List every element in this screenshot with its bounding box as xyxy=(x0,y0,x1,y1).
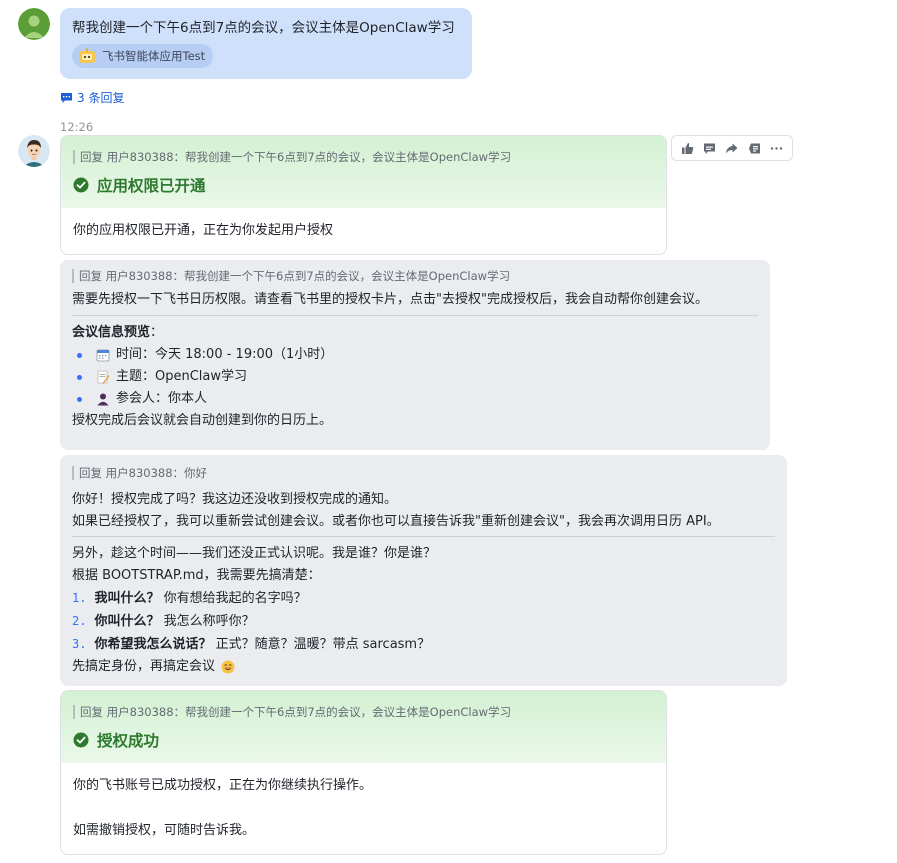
thread-replies-label: 3 条回复 xyxy=(77,91,125,105)
check-circle-icon xyxy=(73,177,89,193)
calendar-icon xyxy=(96,349,110,362)
thread-replies-link[interactable]: 3 条回复 xyxy=(60,89,124,106)
list-item-text: 主题：OpenClaw学习 xyxy=(116,369,248,384)
auth-request-message: 回复 用户830388：帮我创建一个下午6点到7点的会议，会议主体是OpenCl… xyxy=(60,260,770,450)
permission-card: 回复 用户830388：帮我创建一个下午6点到7点的会议，会议主体是OpenCl… xyxy=(60,135,667,255)
list-item-bold: 你希望我怎么说话？ xyxy=(94,637,212,652)
preview-heading: 会议信息预览： xyxy=(72,322,758,344)
message-line: 根据 BOOTSTRAP.md，我需要先搞清楚： xyxy=(72,568,321,583)
bullet-dot xyxy=(77,352,82,358)
greeting-message: 回复 用户830388：你好 你好！授权完成了吗？我这边还没收到授权完成的通知。… xyxy=(60,455,787,686)
list-item-bold: 我叫什么？ xyxy=(94,591,160,606)
user-message-text: 帮我创建一个下午6点到7点的会议，会议主体是OpenClaw学习 xyxy=(72,20,455,36)
preview-title: 会议信息预览 xyxy=(72,325,151,340)
card-title: 授权成功 xyxy=(73,729,654,751)
memo-icon xyxy=(97,370,110,384)
message-line: 需要先授权一下飞书日历权限。请查看飞书里的授权卡片，点击"去授权"完成授权后，我… xyxy=(72,292,708,307)
card-body-line: 你的飞书账号已成功授权，正在为你继续执行操作。 xyxy=(73,778,373,793)
auth-success-card: 回复 用户830388：帮我创建一个下午6点到7点的会议，会议主体是OpenCl… xyxy=(60,690,667,855)
card-body-line: 如需撤销授权，可随时告诉我。 xyxy=(73,823,256,838)
bot-avatar[interactable] xyxy=(18,135,50,167)
app-chip[interactable]: 飞书智能体应用Test xyxy=(72,44,214,68)
card-header: 回复 用户830388：帮我创建一个下午6点到7点的会议，会议主体是OpenCl… xyxy=(61,136,666,208)
message-action-toolbar xyxy=(671,135,793,161)
card-title-text: 授权成功 xyxy=(97,732,160,750)
card-body: 你的飞书账号已成功授权，正在为你继续执行操作。 如需撤销授权，可随时告诉我。 xyxy=(61,763,666,854)
closing-text: 先搞定身份，再搞定会议 xyxy=(72,659,216,674)
reply-quote[interactable]: 回复 用户830388：你好 xyxy=(72,466,775,480)
card-title-text: 应用权限已开通 xyxy=(97,177,206,195)
ordered-list-item: 1. 我叫什么？ 你有想给我起的名字吗？ xyxy=(72,587,775,610)
card-header: 回复 用户830388：帮我创建一个下午6点到7点的会议，会议主体是OpenCl… xyxy=(61,691,666,763)
list-item-bold: 你叫什么？ xyxy=(94,614,160,629)
ordered-list-item: 3. 你希望我怎么说话？ 正式？随意？温暖？带点 sarcasm？ xyxy=(72,633,775,656)
app-chip-label: 飞书智能体应用Test xyxy=(102,49,206,63)
bot-app-icon xyxy=(79,48,95,63)
like-button[interactable] xyxy=(677,138,697,158)
list-item: 参会人：你本人 xyxy=(72,388,758,410)
divider xyxy=(72,315,758,316)
pin-button[interactable] xyxy=(744,138,764,158)
comment-icon xyxy=(704,143,716,154)
user-message-bubble: 帮我创建一个下午6点到7点的会议，会议主体是OpenClaw学习 飞书智能体应用… xyxy=(60,8,472,79)
reply-quote[interactable]: 回复 用户830388：帮我创建一个下午6点到7点的会议，会议主体是OpenCl… xyxy=(72,269,758,283)
list-item: 主题：OpenClaw学习 xyxy=(72,366,758,388)
forward-button[interactable] xyxy=(722,138,742,158)
reply-button[interactable] xyxy=(700,138,720,158)
message-line: 你好！授权完成了吗？我这边还没收到授权完成的通知。 xyxy=(72,492,398,507)
message-line: 授权完成后会议就会自动创建到你的日历上。 xyxy=(72,413,333,428)
list-item-text: 参会人：你本人 xyxy=(116,391,208,406)
check-circle-icon xyxy=(73,732,89,748)
list-number: 3. xyxy=(72,637,87,651)
message-line: 如果已经授权了，我可以重新尝试创建会议。或者你也可以直接告诉我"重新创建会议"，… xyxy=(72,514,720,529)
thumbs-up-icon xyxy=(681,142,693,154)
message-timestamp: 12:26 xyxy=(60,120,94,134)
user-avatar[interactable] xyxy=(18,8,50,40)
message-line: 另外，趁这个时间——我们还没正式认识呢。我是谁？你是谁？ xyxy=(72,546,437,561)
list-item-text: 我怎么称呼你？ xyxy=(163,614,255,629)
bullet-dot xyxy=(77,374,82,380)
reply-quote[interactable]: 回复 用户830388：帮我创建一个下午6点到7点的会议，会议主体是OpenCl… xyxy=(73,150,654,164)
ordered-list-item: 2. 你叫什么？ 我怎么称呼你？ xyxy=(72,610,775,633)
grinning-face-icon xyxy=(221,660,235,674)
list-number: 1. xyxy=(72,591,87,605)
card-body: 你的应用权限已开通，正在为你发起用户授权 xyxy=(73,223,334,238)
bullet-dot xyxy=(77,396,82,402)
pin-icon xyxy=(748,143,760,153)
forward-icon xyxy=(726,143,738,153)
message-line: 先搞定身份，再搞定会议 xyxy=(72,656,775,678)
list-item: 时间：今天 18:00 - 19:00（1小时） xyxy=(72,344,758,366)
list-item-text: 你有想给我起的名字吗？ xyxy=(163,591,307,606)
preview-colon: ： xyxy=(150,325,164,340)
card-title: 应用权限已开通 xyxy=(73,174,654,196)
comment-bubble-icon xyxy=(61,92,72,103)
more-button[interactable] xyxy=(767,138,787,158)
more-icon xyxy=(771,146,783,150)
list-number: 2. xyxy=(72,614,87,628)
reply-quote[interactable]: 回复 用户830388：帮我创建一个下午6点到7点的会议，会议主体是OpenCl… xyxy=(73,705,654,719)
person-icon xyxy=(97,393,109,406)
list-item-text: 时间：今天 18:00 - 19:00（1小时） xyxy=(116,347,334,362)
divider xyxy=(72,536,775,537)
list-item-text: 正式？随意？温暖？带点 sarcasm？ xyxy=(215,637,431,652)
